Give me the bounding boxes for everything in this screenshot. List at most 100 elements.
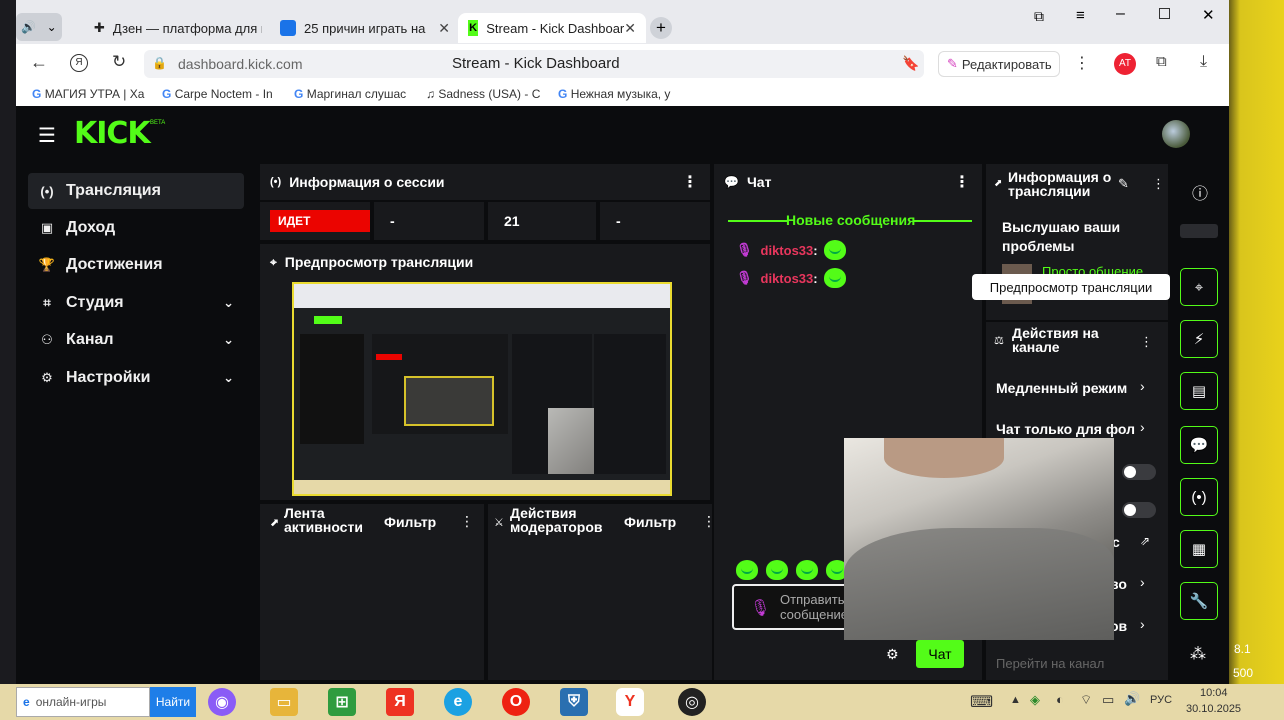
sidebar-item-channel[interactable]: ⚇ Канал ⌄ <box>28 322 244 358</box>
sidebar-item-income[interactable]: ▣ Доход <box>28 210 244 246</box>
bookmark-item[interactable]: G Carpe Noctem - In <box>162 87 273 101</box>
menu-icon[interactable]: ≡ <box>1076 7 1085 24</box>
preview-sidebar <box>300 334 364 444</box>
minimize-button[interactable]: – <box>1116 5 1125 23</box>
store-icon[interactable]: ⊞ <box>328 688 356 716</box>
extensions-icon[interactable]: ⧉ <box>1156 53 1167 70</box>
taskbar-search-button[interactable]: Найти <box>150 687 196 717</box>
chat-settings-icon[interactable]: ⚙ <box>886 646 899 663</box>
alice-icon[interactable]: ◉ <box>208 688 236 716</box>
layout-button[interactable]: ▦ <box>1180 530 1218 568</box>
maximize-button[interactable] <box>1159 8 1170 19</box>
new-tab-button[interactable]: + <box>650 17 672 39</box>
more-options-icon[interactable]: ⋮ <box>954 172 970 192</box>
bookmark-item[interactable]: G Нежная музыка, у <box>558 87 670 101</box>
network-icon[interactable]: ◈ <box>1030 692 1040 708</box>
yandex-icon[interactable]: Я <box>386 688 414 716</box>
bookmark-item[interactable]: G Маргинал слушас <box>294 87 406 101</box>
toggle-switch[interactable] <box>1122 502 1156 518</box>
info-icon[interactable]: ⓘ <box>1192 180 1208 204</box>
download-icon[interactable]: ⤓ <box>1200 53 1207 71</box>
tab-collections-icon[interactable]: ⧉ <box>1034 8 1044 25</box>
tab-dzen[interactable]: ✚ Дзен — платформа для п <box>84 13 262 43</box>
broadcast-button[interactable]: (•) <box>1180 478 1218 516</box>
folder-icon[interactable]: ▭ <box>270 688 298 716</box>
volume-icon[interactable]: 🔊 <box>1124 691 1140 707</box>
external-link-icon[interactable]: ⇗ <box>1140 534 1150 548</box>
bookmark-icon[interactable]: 🔖 <box>902 55 919 72</box>
more-options-icon[interactable]: ⋮ <box>1074 53 1090 73</box>
tray-chevron-icon[interactable]: ▲ <box>1010 694 1021 706</box>
layout-icon: ▦ <box>1191 541 1207 558</box>
bookmark-item[interactable]: ♫ Sadness (USA) - C <box>426 87 540 101</box>
sidebar-item-settings[interactable]: ⚙ Настройки ⌄ <box>28 360 244 396</box>
more-options-icon[interactable]: ⋮ <box>682 172 698 192</box>
stream-preview-button[interactable]: ⌖ <box>1180 268 1218 306</box>
followers-only-item[interactable]: Чат только для фол <box>996 421 1135 437</box>
channel-actions-icon: ⚖ <box>994 335 1004 347</box>
profile-avatar[interactable]: AT <box>1114 53 1136 75</box>
quick-actions-button[interactable]: ⚡ <box>1180 320 1218 358</box>
sidebar-item-studio[interactable]: ⌗ Студия ⌄ <box>28 285 244 321</box>
broadcast-icon: (•) <box>1191 488 1207 506</box>
speaker-icon: 🔊 <box>21 20 37 34</box>
obs-icon[interactable]: ◎ <box>678 688 706 716</box>
edit-button[interactable]: ✎ Редактировать <box>938 51 1060 77</box>
edit-icon[interactable]: ✎ <box>1118 176 1129 192</box>
tab-reasons[interactable]: 25 причин играть на ✕ <box>270 13 460 43</box>
chevron-right-icon: › <box>1140 574 1145 590</box>
chat-toggle-button[interactable]: 💬 <box>1180 426 1218 464</box>
reload-icon[interactable]: ↻ <box>112 52 126 72</box>
preview-header: ⌖ Предпросмотр трансляции <box>260 244 710 280</box>
edge-icon[interactable]: e <box>444 688 472 716</box>
yandex-browser-icon[interactable]: Y <box>616 688 644 716</box>
edge-icon: e <box>23 695 30 709</box>
bookmark-item[interactable]: G МАГИЯ УТРА | Ха <box>32 87 144 101</box>
language-indicator[interactable]: РУС <box>1150 694 1172 706</box>
battery-icon[interactable]: ▭ <box>1102 692 1114 708</box>
webcam-overlay <box>844 438 1114 640</box>
tab-kick-dashboard[interactable]: K Stream - Kick Dashboar ✕ <box>458 13 646 43</box>
tab-audio-group[interactable]: 🔊 ⌄ <box>16 13 62 41</box>
close-icon[interactable]: ✕ <box>438 20 450 37</box>
clock-time[interactable]: 10:04 <box>1200 687 1228 699</box>
kick-dashboard: ☰ KICK BETA (•) Трансляция ▣ Доход 🏆 Достиж… <box>16 106 1229 684</box>
back-icon[interactable]: ← <box>30 52 48 73</box>
kick-logo[interactable]: KICK <box>74 116 151 151</box>
send-chat-button[interactable]: Чат <box>916 640 964 668</box>
more-options-icon[interactable]: ⋮ <box>1152 176 1165 192</box>
notes-button[interactable]: ▤ <box>1180 372 1218 410</box>
sidebar-item-stream[interactable]: (•) Трансляция <box>28 173 244 209</box>
taskbar-search-input[interactable]: e онлайн-игры <box>16 687 150 717</box>
chat-username[interactable]: diktos33 <box>761 243 814 258</box>
go-to-channel-link[interactable]: Перейти на канал <box>996 656 1104 671</box>
chat-message[interactable]: 🎙 diktos33: <box>736 240 846 260</box>
toggle-switch[interactable] <box>1122 464 1156 480</box>
clock-date[interactable]: 30.10.2025 <box>1186 703 1241 715</box>
opera-icon[interactable]: O <box>502 688 530 716</box>
emote-icon[interactable] <box>796 560 818 580</box>
hamburger-menu-icon[interactable]: ☰ <box>38 123 56 148</box>
address-field[interactable]: 🔒 dashboard.kick.com Stream - Kick Dashb… <box>144 50 924 78</box>
shield-icon[interactable]: ⛨ <box>560 688 588 716</box>
chat-message[interactable]: 🎙 diktos33: <box>736 268 846 288</box>
wifi-icon[interactable]: ⌔ <box>1080 692 1092 708</box>
activity-filter[interactable]: Фильтр <box>384 514 436 530</box>
slow-mode-item[interactable]: Медленный режим <box>996 380 1127 396</box>
tools-button[interactable]: 🔧 <box>1180 582 1218 620</box>
close-icon[interactable]: ✕ <box>624 20 636 37</box>
close-window-button[interactable]: ✕ <box>1202 6 1215 24</box>
keyboard-icon[interactable]: ⌨ <box>970 692 993 712</box>
emote-icon[interactable] <box>766 560 788 580</box>
widgets-icon[interactable]: ⁂ <box>1190 644 1206 664</box>
more-options-icon[interactable]: ⋮ <box>460 513 474 530</box>
moderators-filter[interactable]: Фильтр <box>624 514 676 530</box>
more-options-icon[interactable]: ⋮ <box>1140 334 1153 350</box>
sidebar-item-achievements[interactable]: 🏆 Достижения <box>28 247 244 283</box>
emote-icon[interactable] <box>736 560 758 580</box>
chat-username[interactable]: diktos33 <box>761 271 814 286</box>
yandex-icon[interactable]: Я <box>70 54 88 72</box>
tray-app-icon[interactable]: ◐ <box>1056 692 1064 707</box>
user-avatar[interactable] <box>1162 120 1190 148</box>
preview-video[interactable] <box>292 282 672 496</box>
